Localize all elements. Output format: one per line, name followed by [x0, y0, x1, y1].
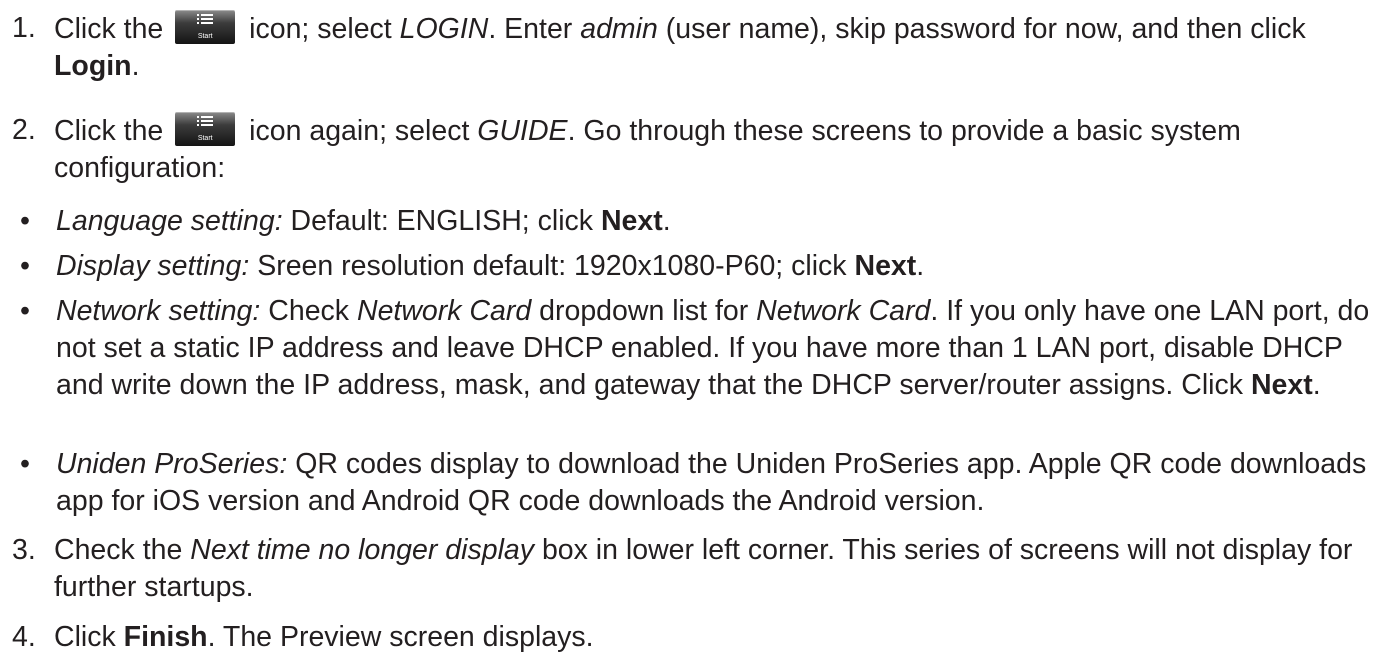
step-4: 4. Click Finish. The Preview screen disp…: [12, 619, 1387, 656]
text-run: (user name), skip password for now, and …: [665, 13, 1306, 45]
text-run: Check: [268, 295, 350, 327]
text-run: Default: ENGLISH; click: [290, 205, 594, 237]
login-button-label: Login: [54, 50, 132, 82]
start-icon-caption: Start: [197, 33, 213, 40]
menu-option-login: LOGIN: [399, 13, 489, 45]
step-2: 2. Click the Start icon again; select GU…: [12, 112, 1387, 187]
finish-button-label: Finish: [123, 621, 208, 653]
next-button-label: Next: [600, 205, 663, 237]
step-3: 3. Check the Next time no longer display…: [12, 532, 1387, 606]
bullet-text: Uniden ProSeries: QR codes display to do…: [56, 446, 1390, 520]
setting-name: Language setting:: [56, 205, 283, 237]
text-run: .: [662, 205, 671, 237]
text-run: .: [1312, 369, 1321, 401]
menu-option-guide: GUIDE: [477, 115, 568, 147]
setting-name: Network setting:: [56, 295, 261, 327]
text-run: icon; select: [249, 13, 392, 45]
username-value: admin: [580, 13, 658, 45]
network-card-label: Network Card: [756, 295, 931, 327]
text-run: Click the: [54, 115, 164, 147]
start-icon-caption: Start: [197, 135, 213, 142]
next-button-label: Next: [854, 250, 917, 282]
bullet-text: Display setting: Sreen resolution defaul…: [56, 248, 1390, 285]
step-number: 1.: [12, 12, 36, 44]
text-run: icon again; select: [249, 115, 470, 147]
step-number: 4.: [12, 621, 36, 653]
text-run: Sreen resolution default: 1920x1080-P60;…: [257, 250, 847, 282]
text-run: . The Preview screen displays.: [207, 621, 594, 653]
checkbox-label: Next time no longer display: [190, 534, 535, 566]
setting-name: Display setting:: [56, 250, 250, 282]
next-button-label: Next: [1250, 369, 1313, 401]
bullet-text: Language setting: Default: ENGLISH; clic…: [56, 203, 1390, 240]
setting-name: Uniden ProSeries:: [56, 448, 288, 480]
bullet-marker: •: [20, 448, 30, 480]
bullet-marker: •: [20, 250, 30, 282]
bullet-network-setting: • Network setting: Check Network Card dr…: [20, 293, 1390, 404]
step-number: 2.: [12, 114, 36, 146]
text-run: .: [916, 250, 925, 282]
text-run: dropdown list for: [539, 295, 749, 327]
step-text: Click Finish. The Preview screen display…: [54, 619, 1387, 656]
text-run: Click the: [54, 13, 164, 45]
text-run: Click: [54, 621, 116, 653]
bullet-marker: •: [20, 295, 30, 327]
start-menu-icon: Start: [175, 10, 236, 44]
start-menu-icon: Start: [175, 112, 236, 146]
text-run: .: [131, 50, 140, 82]
bullet-text: Network setting: Check Network Card drop…: [56, 293, 1390, 404]
network-card-label: Network Card: [356, 295, 532, 327]
text-run: . Enter: [488, 13, 573, 45]
step-1: 1. Click the Start icon; select LOGIN. E…: [12, 10, 1387, 85]
bullet-uniden-proseries: • Uniden ProSeries: QR codes display to …: [20, 446, 1390, 520]
bullet-language-setting: • Language setting: Default: ENGLISH; cl…: [20, 203, 1390, 240]
bullet-display-setting: • Display setting: Sreen resolution defa…: [20, 248, 1390, 285]
text-run: Check the: [54, 534, 183, 566]
step-text: Check the Next time no longer display bo…: [54, 532, 1387, 606]
bullet-marker: •: [20, 205, 30, 237]
step-text: Click the Start icon; select LOGIN. Ente…: [54, 10, 1387, 85]
step-text: Click the Start icon again; select GUIDE…: [54, 112, 1387, 187]
step-number: 3.: [12, 534, 36, 566]
